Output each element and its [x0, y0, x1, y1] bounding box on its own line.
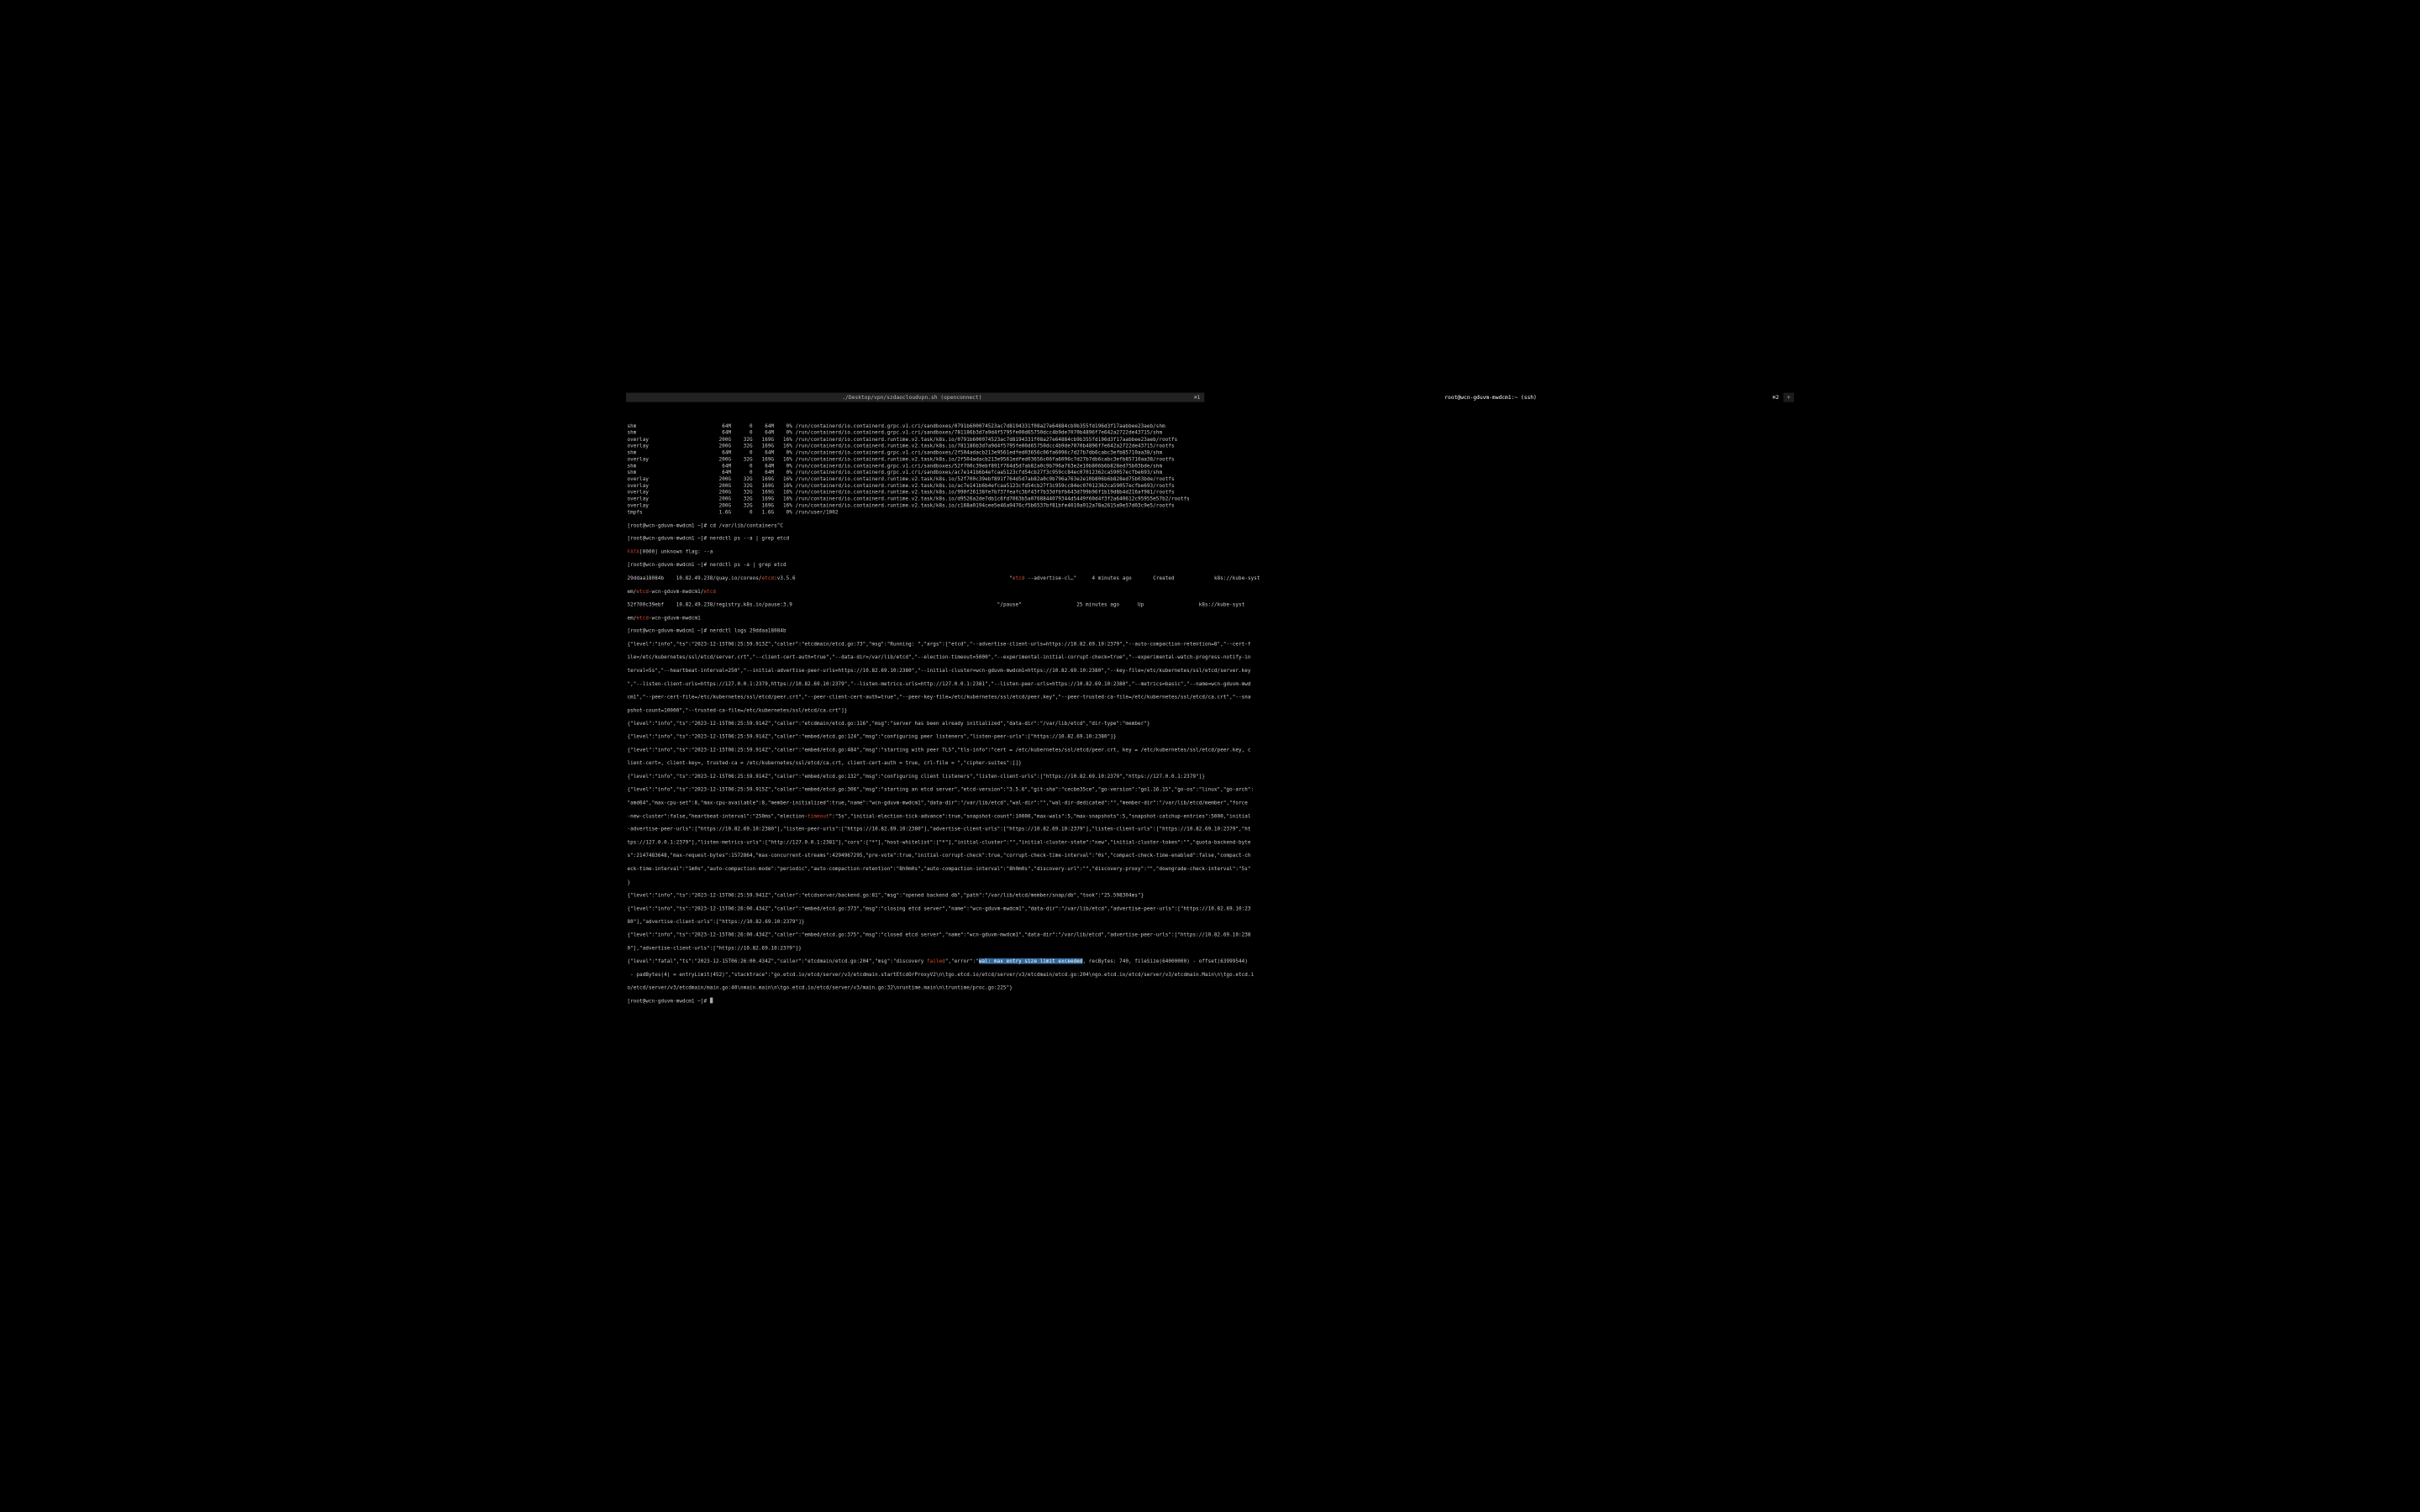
- prompt-line: [root@wcn-gduvm-mwdcm1 ~]# nerdctl ps -a…: [628, 562, 1793, 569]
- log-line: ","--listen-client-urls=https://127.0.0.…: [628, 680, 1793, 687]
- terminal-output[interactable]: shm 64M 0 64M 0% /run/containerd/io.cont…: [626, 416, 1794, 1012]
- tab-ssh[interactable]: root@wcn-gduvm-mwdcm1:~ (ssh) ⌘2: [1205, 393, 1784, 402]
- ps-row-cont: em/etcd-wcn-gduvm-mwdcm1: [628, 615, 1793, 622]
- prompt-line: [root@wcn-gduvm-mwdcm1 ~]#: [628, 998, 1793, 1005]
- tab-hotkey: ⌘1: [1194, 395, 1201, 402]
- ps-row: 52f700c39ebf 10.82.49.238/registry.k8s.i…: [628, 601, 1793, 608]
- log-line: {"level":"info","ts":"2023-12-15T06:25:5…: [628, 786, 1793, 793]
- log-line: 80"],"advertise-client-urls":["https://1…: [628, 918, 1793, 925]
- log-line: tps://127.0.0.1:2379"],"listen-metrics-u…: [628, 839, 1793, 846]
- log-line: -advertise-peer-urls":["https://10.82.69…: [628, 826, 1793, 832]
- log-line: ile=/etc/kubernetes/ssl/etcd/server.crt"…: [628, 654, 1793, 661]
- log-line: s":2147483648,"max-request-bytes":157286…: [628, 853, 1793, 859]
- log-line: lient-cert=, client-key=, trusted-ca = /…: [628, 760, 1793, 767]
- log-line: {"level":"fatal","ts":"2023-12-15T06:26:…: [628, 958, 1793, 965]
- plus-icon: +: [1786, 395, 1791, 402]
- log-line: {"level":"info","ts":"2023-12-15T06:25:5…: [628, 747, 1793, 753]
- ps-row-cont: em/etcd-wcn-gduvm-mwdcm1/etcd: [628, 588, 1793, 595]
- log-line: terval=5s","--heartbeat-interval=250","-…: [628, 668, 1793, 675]
- log-line: {"level":"info","ts":"2023-12-15T06:25:5…: [628, 733, 1793, 740]
- prompt-line: [root@wcn-gduvm-mwdcm1 ~]# cd /var/lib/c…: [628, 522, 1793, 529]
- tab-title: ./Desktop/vpn/szdaocloudvpn.sh (openconn…: [630, 395, 1194, 402]
- selected-text: wal: max entry size limit exceeded: [979, 958, 1083, 964]
- log-line: eck-time-interval":"1m0s","auto-compacti…: [628, 866, 1793, 873]
- log-line: 0"],"advertise-client-urls":["https://10…: [628, 945, 1793, 952]
- log-line: cm1","--peer-cert-file=/etc/kubernetes/s…: [628, 694, 1793, 701]
- ps-row: 29ddaa18084b 10.82.49.238/quay.io/coreos…: [628, 575, 1793, 581]
- tab-bar: ./Desktop/vpn/szdaocloudvpn.sh (openconn…: [626, 393, 1794, 402]
- log-line: {"level":"info","ts":"2023-12-15T06:25:5…: [628, 892, 1793, 899]
- df-output: shm 64M 0 64M 0% /run/containerd/io.cont…: [628, 423, 1793, 516]
- tab-hotkey: ⌘2: [1773, 395, 1780, 402]
- cursor-icon: [710, 998, 713, 1004]
- log-line: {"level":"info","ts":"2023-12-15T06:26:0…: [628, 906, 1793, 912]
- log-line: o/etcd/server/v3/etcdmain/main.go:40\nma…: [628, 984, 1793, 991]
- log-line: {"level":"info","ts":"2023-12-15T06:25:5…: [628, 773, 1793, 780]
- tab-title: root@wcn-gduvm-mwdcm1:~ (ssh): [1209, 395, 1773, 402]
- log-line: - padBytes(4) = entryLimit(452)","stackt…: [628, 971, 1793, 978]
- df-row: tmpfs 1.6G 0 1.6G 0% /run/user/1002: [628, 509, 1793, 516]
- log-line: {"level":"info","ts":"2023-12-15T06:25:5…: [628, 720, 1793, 727]
- log-line: {"level":"info","ts":"2023-12-15T06:25:5…: [628, 641, 1793, 648]
- add-tab-button[interactable]: +: [1783, 393, 1794, 402]
- log-line: "amd64","max-cpu-set":8,"max-cpu-availab…: [628, 800, 1793, 806]
- log-line: }: [628, 879, 1793, 885]
- log-line: pshot-count=10000","--trusted-ca-file=/e…: [628, 707, 1793, 714]
- log-line: {"level":"info","ts":"2023-12-15T06:26:0…: [628, 932, 1793, 938]
- prompt-line: [root@wcn-gduvm-mwdcm1 ~]# nerdctl logs …: [628, 627, 1793, 634]
- tab-vpn[interactable]: ./Desktop/vpn/szdaocloudvpn.sh (openconn…: [626, 393, 1205, 402]
- prompt-line: [root@wcn-gduvm-mwdcm1 ~]# nerdctl ps --…: [628, 535, 1793, 542]
- error-line: FATA[0000] unknown flag: --a: [628, 549, 1793, 555]
- log-line: -new-cluster":false,"heartbeat-interval"…: [628, 813, 1793, 820]
